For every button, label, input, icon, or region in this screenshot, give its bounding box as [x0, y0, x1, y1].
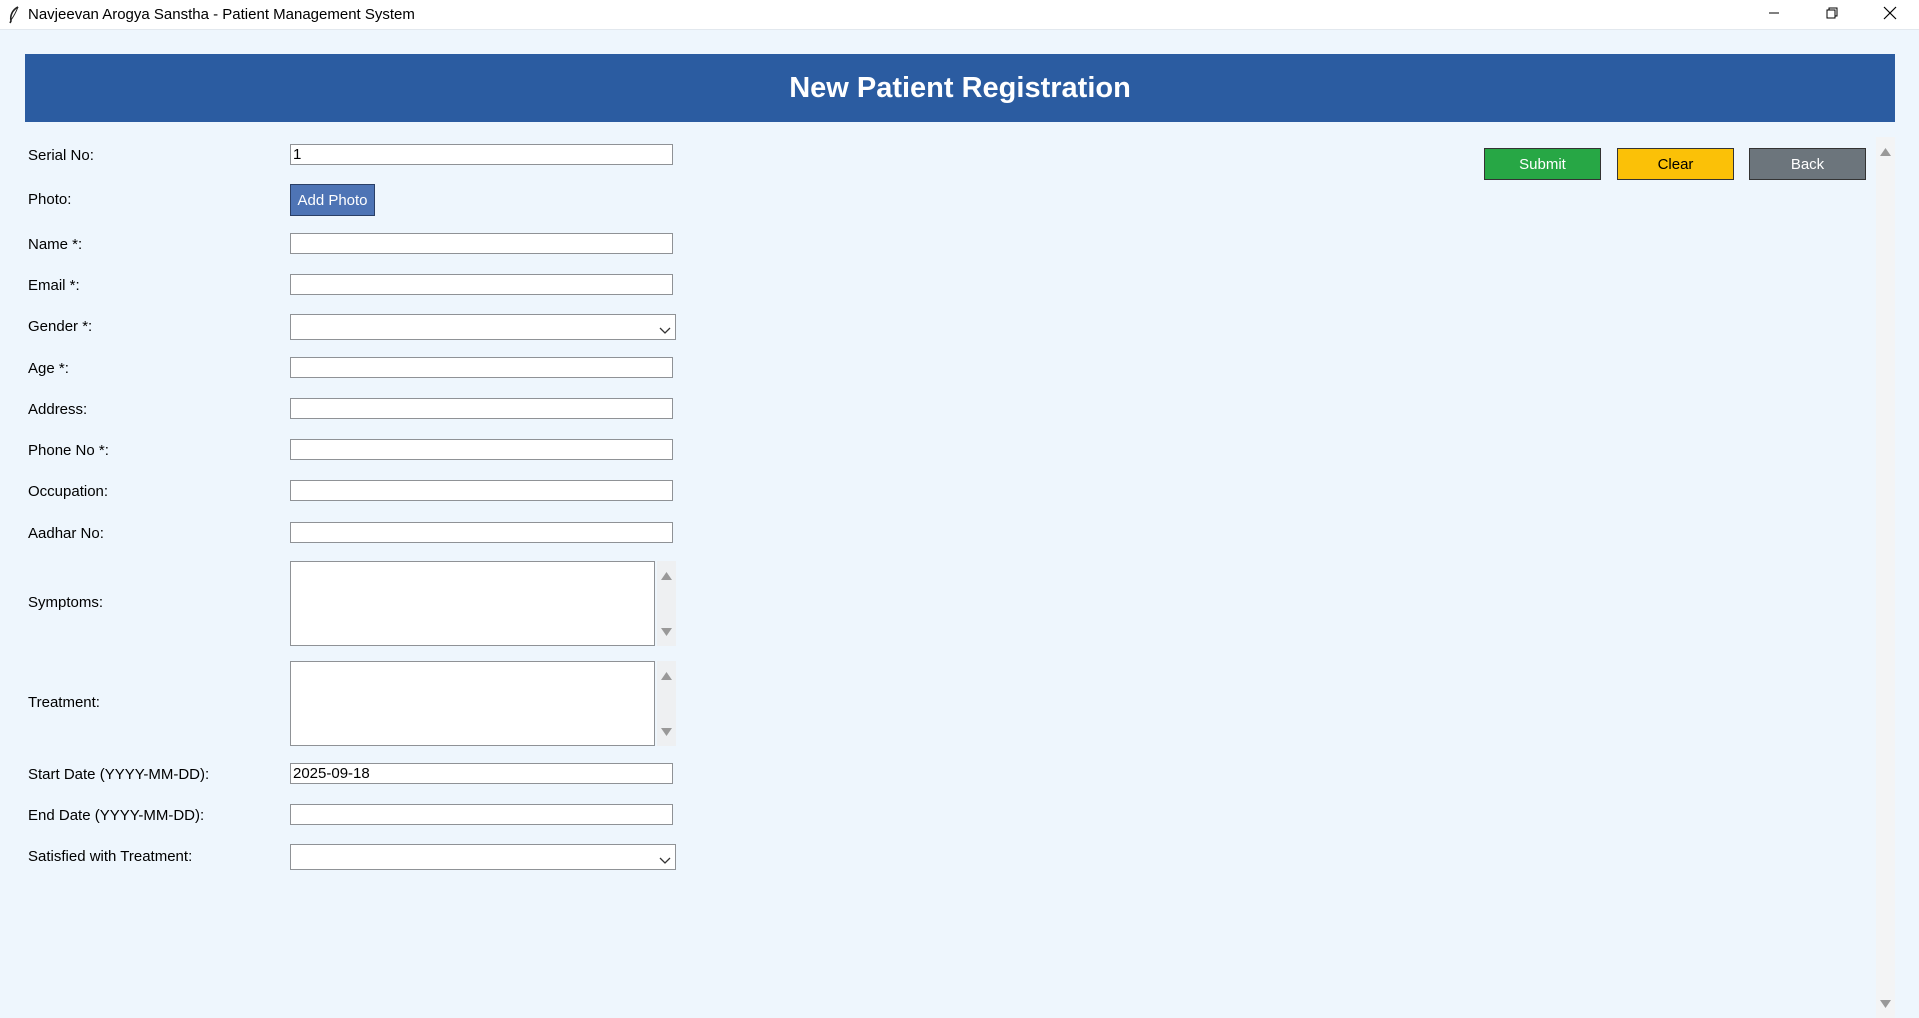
name-label: Name *: — [28, 236, 83, 253]
restore-button[interactable] — [1803, 0, 1861, 29]
satisfied-label: Satisfied with Treatment: — [28, 848, 193, 865]
phone-field[interactable] — [290, 439, 673, 460]
clear-button[interactable]: Clear — [1617, 148, 1734, 180]
add-photo-button[interactable]: Add Photo — [290, 184, 375, 216]
email-field[interactable] — [290, 274, 673, 295]
satisfied-dropdown[interactable] — [290, 844, 676, 870]
scroll-up-arrow-icon[interactable] — [661, 667, 672, 684]
main-scrollbar[interactable] — [1876, 137, 1895, 1018]
end-date-label: End Date (YYYY-MM-DD): — [28, 807, 205, 824]
minimize-button[interactable] — [1745, 0, 1803, 29]
name-field[interactable] — [290, 233, 673, 254]
page-title: New Patient Registration — [789, 71, 1131, 104]
close-icon — [1883, 6, 1897, 24]
scroll-down-arrow-icon[interactable] — [661, 623, 672, 640]
symptoms-textarea-wrap — [290, 561, 676, 646]
treatment-scrollbar[interactable] — [657, 661, 676, 746]
occupation-field[interactable] — [290, 480, 673, 501]
feather-icon — [3, 4, 25, 26]
scroll-down-arrow-icon[interactable] — [661, 723, 672, 740]
treatment-label: Treatment: — [28, 694, 100, 711]
chevron-down-icon — [659, 322, 671, 339]
address-field[interactable] — [290, 398, 673, 419]
age-label: Age *: — [28, 360, 69, 377]
symptoms-scrollbar[interactable] — [657, 561, 676, 646]
symptoms-textarea[interactable] — [290, 561, 655, 646]
serial-no-label: Serial No: — [28, 147, 94, 164]
submit-button[interactable]: Submit — [1484, 148, 1601, 180]
aadhar-field[interactable] — [290, 522, 673, 543]
gender-label: Gender *: — [28, 318, 93, 335]
chevron-down-icon — [659, 852, 671, 869]
start-date-field[interactable]: 2025-09-18 — [290, 763, 673, 784]
start-date-label: Start Date (YYYY-MM-DD): — [28, 766, 210, 783]
aadhar-label: Aadhar No: — [28, 525, 104, 542]
serial-no-field[interactable]: 1 — [290, 144, 673, 165]
symptoms-label: Symptoms: — [28, 594, 104, 611]
scroll-up-arrow-icon[interactable] — [1880, 143, 1891, 160]
restore-icon — [1826, 6, 1838, 23]
header-banner: New Patient Registration — [25, 54, 1895, 122]
scroll-up-arrow-icon[interactable] — [661, 567, 672, 584]
gender-dropdown[interactable] — [290, 314, 676, 340]
treatment-textarea-wrap — [290, 661, 676, 746]
scroll-down-arrow-icon[interactable] — [1880, 995, 1891, 1012]
back-button[interactable]: Back — [1749, 148, 1866, 180]
email-label: Email *: — [28, 277, 80, 294]
phone-label: Phone No *: — [28, 442, 109, 459]
end-date-field[interactable] — [290, 804, 673, 825]
treatment-textarea[interactable] — [290, 661, 655, 746]
occupation-label: Occupation: — [28, 483, 109, 500]
window-titlebar: Navjeevan Arogya Sanstha - Patient Manag… — [0, 0, 1919, 30]
minimize-icon — [1768, 6, 1780, 23]
address-label: Address: — [28, 401, 88, 418]
window-title: Navjeevan Arogya Sanstha - Patient Manag… — [28, 6, 415, 23]
window-controls — [1745, 0, 1919, 29]
age-field[interactable] — [290, 357, 673, 378]
close-button[interactable] — [1861, 0, 1919, 29]
photo-label: Photo: — [28, 191, 72, 208]
